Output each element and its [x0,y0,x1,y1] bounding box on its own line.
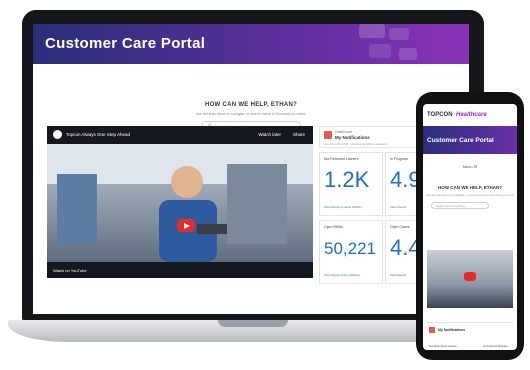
metric-label: Open RMAs [324,225,344,229]
phone-title: Customer Care Portal [427,137,494,144]
notifications-sub: As of Jul 26, 2019 · Viewing as Ethan Ga… [324,142,387,146]
channel-logo [53,130,62,139]
hamburger-icon: ☰ [473,164,478,169]
play-button[interactable] [177,219,195,232]
menu-label: Menu [462,164,473,169]
phone-video-player[interactable] [427,250,513,308]
phone-search-input[interactable]: Search for something... [431,202,489,209]
video-player[interactable]: Topcon Always One Step Ahead Watch later… [47,126,313,278]
metric-report-link[interactable]: View Report (Loaner RMAs) [324,205,361,209]
brand-logo-suffix: Healthcare [456,112,487,118]
metric-value: 1.2K [324,167,370,192]
phone-play-button[interactable] [464,272,476,281]
phone-repairs-label: In Progress Repairs [483,344,508,348]
brand-logo: TOPCON Healthcare [423,104,517,126]
metric-card[interactable]: Not Returned Loaners 1.2K View Report (L… [319,152,383,216]
menu-button[interactable]: Menu ☰ [423,164,517,169]
video-thumbnail [47,144,313,262]
notifications-label: Dashboard [335,130,353,134]
notifications-title[interactable]: My Notifications [335,135,370,140]
phone-header: Customer Care Portal [423,126,517,154]
metric-label: Not Returned Loaners [324,157,359,161]
video-bottom-bar: Watch on YouTube [47,262,313,278]
video-top-bar: Topcon Always One Step Ahead Watch later… [47,126,313,144]
metric-label: In Progress [390,157,408,161]
phone-dashboard-icon [429,327,435,333]
phone-help-subtext: Use the links above to navigate, or sear… [425,193,515,197]
help-heading: HOW CAN WE HELP, ETHAN? [204,102,298,108]
metric-report-link[interactable]: View Report [390,205,406,209]
metric-report-link[interactable]: View Report (Open RMAs) [324,273,359,277]
phone-notifications-panel: My Notifications [427,322,513,339]
phone-notifications-title[interactable]: My Notifications [438,328,465,332]
metric-report-link[interactable]: View Report [390,273,406,277]
metric-value: 50,221 [324,239,376,258]
portal-title: Customer Care Portal [45,35,206,52]
header-decoration [359,24,417,60]
phone-screen: TOPCON Healthcare Customer Care Portal M… [423,104,517,350]
phone-help-heading: HOW CAN WE HELP, ETHAN? [438,185,502,190]
phone-loaners-label: Not Returned Loaners [429,344,457,348]
laptop-notch [218,320,288,327]
help-subtext: Use the links above to navigate, or sear… [195,112,307,116]
watch-on-youtube-link[interactable]: Watch on YouTube [53,268,87,273]
brand-logo-text: TOPCON [427,112,453,118]
video-scene-art [47,144,313,262]
portal-header: Customer Care Portal [33,24,469,64]
share-button[interactable]: Share [293,132,305,137]
metric-card[interactable]: Open RMAs 50,221 View Report (Open RMAs) [319,220,383,284]
metric-label: Open Cases [390,225,410,229]
watch-later-button[interactable]: Watch later [258,132,281,137]
dashboard-icon [324,131,332,139]
laptop-screen: Customer Care Portal HOW CAN WE HELP, ET… [33,24,469,314]
video-title: Topcon Always One Step Ahead [66,132,131,137]
